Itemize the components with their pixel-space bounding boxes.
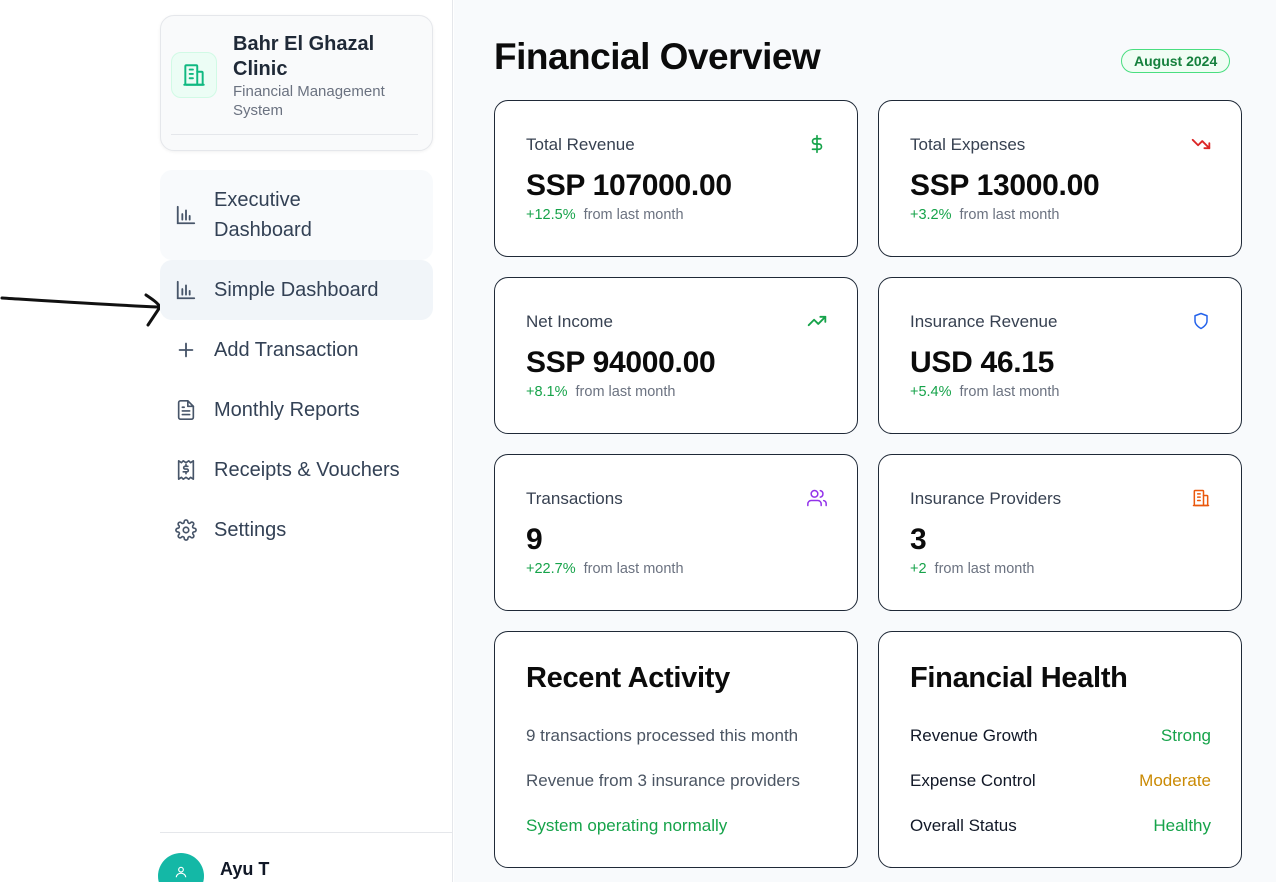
trending-up-icon xyxy=(807,311,827,331)
change-percent: +2 xyxy=(910,561,927,577)
plus-icon xyxy=(174,338,198,362)
change-suffix: from last month xyxy=(959,384,1060,400)
activity-item: Revenue from 3 insurance providers xyxy=(526,771,801,790)
sidebar: Bahr El Ghazal Clinic Financial Manageme… xyxy=(158,0,453,882)
health-status: Healthy xyxy=(1153,816,1211,835)
user-profile[interactable]: Ayu T xyxy=(158,832,453,882)
stat-value: SSP 13000.00 xyxy=(910,169,1100,202)
sidebar-item-settings[interactable]: Settings xyxy=(160,500,433,560)
stat-card-insurance-providers: Insurance Providers 3 +2 from last month xyxy=(878,454,1242,611)
panel-title: Recent Activity xyxy=(526,662,730,694)
health-status: Strong xyxy=(1160,726,1211,745)
sidebar-item-label: Add Transaction xyxy=(214,339,359,361)
file-text-icon xyxy=(174,398,198,422)
change-percent: +5.4% xyxy=(910,384,952,400)
stat-label: Insurance Revenue xyxy=(910,312,1058,331)
stat-label: Transactions xyxy=(526,489,623,508)
bar-chart-icon xyxy=(174,278,198,302)
stat-change: +5.4% from last month xyxy=(910,384,1059,400)
shield-icon xyxy=(1191,311,1211,331)
stat-label: Net Income xyxy=(526,312,613,331)
page-title: Financial Overview xyxy=(494,36,821,77)
app-screen: Bahr El Ghazal Clinic Financial Manageme… xyxy=(0,0,1276,882)
change-percent: +3.2% xyxy=(910,207,952,223)
health-row: Revenue Growth Strong xyxy=(910,726,1211,746)
panel-title: Financial Health xyxy=(910,662,1128,694)
stat-value: 9 xyxy=(526,523,543,556)
users-icon xyxy=(807,488,827,508)
change-suffix: from last month xyxy=(583,561,684,577)
activity-item: 9 transactions processed this month xyxy=(526,726,799,745)
avatar xyxy=(158,853,204,882)
sidebar-item-label: Settings xyxy=(214,519,287,541)
stat-change: +3.2% from last month xyxy=(910,207,1059,223)
change-percent: +22.7% xyxy=(526,561,576,577)
sidebar-item-receipts-vouchers[interactable]: Receipts & Vouchers xyxy=(160,440,433,500)
stat-card-total-expenses: Total Expenses SSP 13000.00 +3.2% from la… xyxy=(878,100,1242,257)
sidebar-item-label: Receipts & Vouchers xyxy=(214,459,400,481)
clinic-name: Bahr El Ghazal Clinic xyxy=(233,33,375,80)
stat-value: 3 xyxy=(910,523,927,556)
stat-card-net-income: Net Income SSP 94000.00 +8.1% from last m… xyxy=(494,277,858,434)
recent-activity-panel: Recent Activity 9 transactions processed… xyxy=(494,631,858,868)
health-row: Overall Status Healthy xyxy=(910,816,1211,836)
stat-change: +22.7% from last month xyxy=(526,561,684,577)
app-subtitle: Financial Management System xyxy=(233,83,385,119)
building-icon xyxy=(171,52,217,98)
health-status: Moderate xyxy=(1139,771,1211,790)
stat-value: SSP 107000.00 xyxy=(526,169,732,202)
stat-value: USD 46.15 xyxy=(910,346,1055,379)
change-percent: +8.1% xyxy=(526,384,568,400)
receipt-icon xyxy=(174,458,198,482)
bar-chart-icon xyxy=(174,203,198,227)
health-label: Expense Control xyxy=(910,771,1036,790)
stat-card-transactions: Transactions 9 +22.7% from last month xyxy=(494,454,858,611)
sidebar-item-monthly-reports[interactable]: Monthly Reports xyxy=(160,380,433,440)
change-suffix: from last month xyxy=(934,561,1035,577)
change-suffix: from last month xyxy=(959,207,1060,223)
sidebar-item-add-transaction[interactable]: Add Transaction xyxy=(160,320,433,380)
dollar-icon xyxy=(807,134,827,154)
sidebar-item-label: Simple Dashboard xyxy=(214,279,379,301)
stat-card-insurance-revenue: Insurance Revenue USD 46.15 +5.4% from la… xyxy=(878,277,1242,434)
annotation-arrow xyxy=(0,293,162,327)
stat-value: SSP 94000.00 xyxy=(526,346,716,379)
stat-change: +12.5% from last month xyxy=(526,207,684,223)
divider xyxy=(171,134,418,135)
change-percent: +12.5% xyxy=(526,207,576,223)
sidebar-item-simple-dashboard[interactable]: Simple Dashboard xyxy=(160,260,433,320)
stat-change: +8.1% from last month xyxy=(526,384,675,400)
stat-label: Total Revenue xyxy=(526,135,635,154)
stat-label: Total Expenses xyxy=(910,135,1026,154)
user-name: Ayu T xyxy=(220,859,270,879)
stat-change: +2 from last month xyxy=(910,561,1034,577)
change-suffix: from last month xyxy=(575,384,676,400)
period-badge[interactable]: August 2024 xyxy=(1121,49,1231,73)
gear-icon xyxy=(174,518,198,542)
building-icon xyxy=(1191,488,1211,508)
health-row: Expense Control Moderate xyxy=(910,771,1211,791)
sidebar-item-label: Monthly Reports xyxy=(214,399,360,421)
change-suffix: from last month xyxy=(583,207,684,223)
trending-down-icon xyxy=(1191,134,1211,154)
stat-card-total-revenue: Total Revenue SSP 107000.00 +12.5% from l… xyxy=(494,100,858,257)
sidebar-item-executive-dashboard[interactable]: Executive Dashboard xyxy=(160,170,433,260)
activity-status: System operating normally xyxy=(526,816,728,835)
sidebar-item-label: Executive Dashboard xyxy=(214,189,312,241)
sidebar-nav: Executive Dashboard Simple Dashboard Add… xyxy=(160,170,433,560)
stat-label: Insurance Providers xyxy=(910,489,1062,508)
health-label: Overall Status xyxy=(910,816,1017,835)
main-content: Financial Overview August 2024 Total Rev… xyxy=(454,0,1276,882)
financial-health-panel: Financial Health Revenue Growth Strong E… xyxy=(878,631,1242,868)
brand-card: Bahr El Ghazal Clinic Financial Manageme… xyxy=(160,15,433,151)
health-label: Revenue Growth xyxy=(910,726,1038,745)
